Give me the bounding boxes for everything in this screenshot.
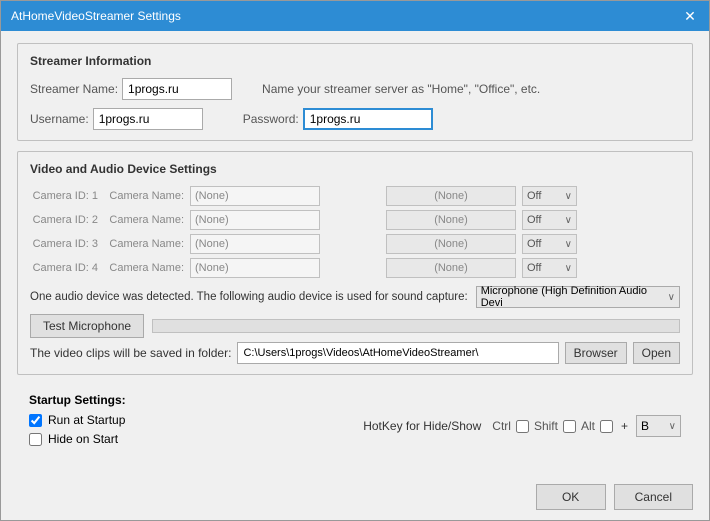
camera-name-label-3: Camera Name: [104, 238, 184, 250]
shift-checkbox[interactable] [563, 420, 576, 433]
streamer-info-row: Streamer Name: Name your streamer server… [30, 78, 680, 100]
camera-select-4[interactable]: (None) [386, 258, 516, 278]
camera-id-2: Camera ID: 2 [30, 214, 98, 226]
camera-id-4: Camera ID: 4 [30, 262, 98, 274]
camera-row-4: Camera ID: 4 Camera Name: (None) Off∨ [30, 258, 680, 278]
window-title: AtHomeVideoStreamer Settings [11, 9, 181, 23]
main-content: Streamer Information Streamer Name: Name… [1, 31, 709, 478]
chevron-icon-2: ∨ [565, 215, 572, 226]
run-at-startup-row: Run at Startup [29, 413, 125, 427]
camera-off-4[interactable]: Off∨ [522, 258, 577, 278]
ok-button[interactable]: OK [536, 484, 606, 510]
camera-select-3[interactable]: (None) [386, 234, 516, 254]
camera-off-3[interactable]: Off∨ [522, 234, 577, 254]
startup-section: Startup Settings: Run at Startup Hide on… [17, 385, 693, 459]
camera-name-input-1[interactable] [190, 186, 320, 206]
camera-name-label-1: Camera Name: [104, 190, 184, 202]
run-at-startup-checkbox[interactable] [29, 414, 42, 427]
password-label: Password: [243, 112, 299, 126]
camera-grid: Camera ID: 1 Camera Name: (None) Off∨ Ca… [30, 186, 680, 278]
bottom-buttons: OK Cancel [1, 478, 709, 520]
camera-name-label-2: Camera Name: [104, 214, 184, 226]
hide-on-start-row: Hide on Start [29, 432, 125, 446]
plus-label: + [621, 419, 628, 433]
camera-name-input-2[interactable] [190, 210, 320, 230]
settings-window: AtHomeVideoStreamer Settings ✕ Streamer … [0, 0, 710, 521]
streamer-name-group: Streamer Name: [30, 78, 232, 100]
username-label: Username: [30, 112, 89, 126]
video-audio-title: Video and Audio Device Settings [30, 162, 680, 176]
hotkey-row: HotKey for Hide/Show Ctrl Shift Alt + B … [347, 415, 681, 437]
audio-device-dropdown[interactable]: Microphone (High Definition Audio Devi ∨ [476, 286, 680, 308]
video-audio-section: Video and Audio Device Settings Camera I… [17, 151, 693, 375]
camera-name-input-4[interactable] [190, 258, 320, 278]
streamer-name-label: Streamer Name: [30, 82, 118, 96]
camera-row-3: Camera ID: 3 Camera Name: (None) Off∨ [30, 234, 680, 254]
folder-row: The video clips will be saved in folder:… [30, 342, 680, 364]
camera-select-2[interactable]: (None) [386, 210, 516, 230]
camera-off-1[interactable]: Off∨ [522, 186, 577, 206]
folder-path-input[interactable] [237, 342, 558, 364]
audio-device-value: Microphone (High Definition Audio Devi [481, 285, 664, 309]
run-at-startup-label: Run at Startup [48, 413, 125, 427]
hotkey-key-select[interactable]: B ∨ [636, 415, 681, 437]
chevron-icon-4: ∨ [565, 263, 572, 274]
username-input[interactable] [93, 108, 203, 130]
chevron-icon-1: ∨ [565, 191, 572, 202]
hotkey-key-value: B [641, 419, 649, 433]
cancel-button[interactable]: Cancel [614, 484, 693, 510]
startup-title: Startup Settings: [29, 393, 681, 407]
mic-row: Test Microphone [30, 314, 680, 338]
audio-chevron-icon: ∨ [668, 292, 675, 303]
streamer-info-title: Streamer Information [30, 54, 680, 68]
startup-checkboxes: Run at Startup Hide on Start [29, 413, 125, 451]
alt-label: Alt [581, 419, 595, 433]
close-button[interactable]: ✕ [681, 7, 699, 25]
hide-on-start-checkbox[interactable] [29, 433, 42, 446]
browser-button[interactable]: Browser [565, 342, 627, 364]
open-button[interactable]: Open [633, 342, 680, 364]
streamer-hint: Name your streamer server as "Home", "Of… [262, 82, 540, 96]
password-input[interactable] [303, 108, 433, 130]
username-group: Username: [30, 108, 203, 130]
camera-id-1: Camera ID: 1 [30, 190, 98, 202]
hotkey-chevron-icon: ∨ [669, 421, 676, 432]
streamer-name-input[interactable] [122, 78, 232, 100]
camera-row-2: Camera ID: 2 Camera Name: (None) Off∨ [30, 210, 680, 230]
camera-off-2[interactable]: Off∨ [522, 210, 577, 230]
username-password-row: Username: Password: [30, 108, 680, 130]
mic-progress-bar [152, 319, 680, 333]
audio-detect-text: One audio device was detected. The follo… [30, 291, 468, 303]
alt-checkbox[interactable] [600, 420, 613, 433]
folder-label: The video clips will be saved in folder: [30, 346, 231, 360]
camera-name-input-3[interactable] [190, 234, 320, 254]
camera-name-label-4: Camera Name: [104, 262, 184, 274]
test-microphone-button[interactable]: Test Microphone [30, 314, 144, 338]
ctrl-label: Ctrl [492, 419, 511, 433]
ctrl-checkbox[interactable] [516, 420, 529, 433]
audio-device-row: One audio device was detected. The follo… [30, 286, 680, 308]
streamer-info-section: Streamer Information Streamer Name: Name… [17, 43, 693, 141]
hide-on-start-label: Hide on Start [48, 432, 118, 446]
hotkey-label: HotKey for Hide/Show [363, 419, 481, 433]
password-group: Password: [243, 108, 433, 130]
shift-label: Shift [534, 419, 558, 433]
camera-id-3: Camera ID: 3 [30, 238, 98, 250]
title-bar: AtHomeVideoStreamer Settings ✕ [1, 1, 709, 31]
camera-row-1: Camera ID: 1 Camera Name: (None) Off∨ [30, 186, 680, 206]
chevron-icon-3: ∨ [565, 239, 572, 250]
camera-select-1[interactable]: (None) [386, 186, 516, 206]
